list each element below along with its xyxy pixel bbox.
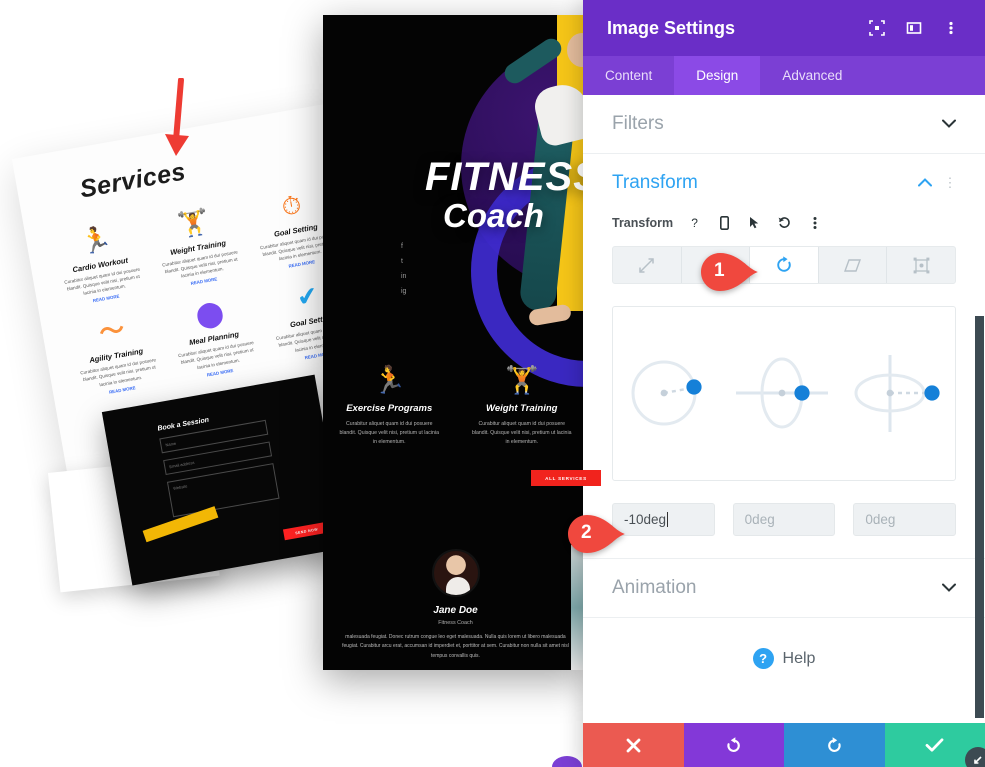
services-heading: Services bbox=[77, 157, 188, 204]
transform-type-tabs bbox=[612, 246, 956, 284]
image-settings-panel: Image Settings Content Design Advanced F… bbox=[583, 0, 985, 767]
booking-card: Book a Session Name Email address Websit… bbox=[101, 374, 346, 586]
panel-body: Filters Transform ⋮ Transform ? -10deg 0… bbox=[583, 95, 985, 723]
undo-button[interactable] bbox=[683, 723, 784, 767]
section-title: Animation bbox=[612, 577, 697, 598]
step-marker-1: 1 bbox=[700, 252, 764, 292]
section-animation: Animation bbox=[583, 559, 985, 618]
help-link[interactable]: ? Help bbox=[583, 618, 985, 703]
redo-button[interactable] bbox=[784, 723, 885, 767]
decorative-purple-blob bbox=[552, 756, 582, 767]
section-title: Transform bbox=[612, 172, 698, 193]
rotate-z-dial[interactable] bbox=[620, 346, 720, 441]
chevron-down-icon[interactable] bbox=[941, 581, 957, 595]
hover-cursor-icon[interactable] bbox=[744, 212, 765, 233]
tab-design[interactable]: Design bbox=[674, 56, 761, 95]
layout-split-icon[interactable] bbox=[904, 18, 924, 38]
section-filters-header[interactable]: Filters bbox=[583, 95, 985, 153]
resize-handle-icon[interactable] bbox=[965, 747, 985, 767]
service-card[interactable]: 🏃 Cardio Workout Curabitur aliquet quam … bbox=[46, 212, 153, 313]
panel-header: Image Settings bbox=[583, 0, 985, 56]
rotate-x-dial[interactable] bbox=[848, 346, 948, 441]
panel-footer bbox=[583, 723, 985, 767]
testimonial-block: Jane Doe Fitness Coach malesuada feugiat… bbox=[323, 549, 588, 661]
booking-section: Book a Session Name Email address Websit… bbox=[47, 374, 346, 593]
section-title: Filters bbox=[612, 113, 664, 134]
rotate-x-input[interactable]: 0deg bbox=[853, 503, 957, 536]
reset-icon[interactable] bbox=[774, 212, 795, 233]
panel-title: Image Settings bbox=[607, 17, 736, 38]
panel-header-actions bbox=[867, 18, 961, 38]
section-filters: Filters bbox=[583, 95, 985, 154]
program-name: Exercise Programs bbox=[346, 403, 433, 414]
section-more-icon[interactable]: ⋮ bbox=[943, 175, 957, 191]
fullscreen-icon[interactable] bbox=[867, 18, 887, 38]
rotation-dials bbox=[612, 306, 956, 481]
step-number: 2 bbox=[581, 522, 592, 543]
testimonial-role: Fitness Coach bbox=[438, 620, 473, 626]
step-number: 1 bbox=[714, 260, 725, 281]
help-icon[interactable]: ? bbox=[684, 212, 705, 233]
rotate-y-input[interactable]: 0deg bbox=[732, 503, 836, 536]
step-marker-2: 2 bbox=[567, 514, 631, 554]
red-annotation-arrow bbox=[160, 77, 200, 164]
field-placeholder: Email address bbox=[168, 459, 195, 470]
transform-type-scale[interactable] bbox=[613, 247, 682, 283]
help-icon: ? bbox=[752, 648, 774, 669]
section-transform: Transform ⋮ Transform ? -10deg 0deg 0deg bbox=[583, 154, 985, 559]
service-card[interactable]: ⬤ Meal Planning Curabitur aliquet quam i… bbox=[160, 286, 267, 387]
programs-row: 🏃 Exercise Programs Curabitur aliquet qu… bbox=[323, 367, 588, 447]
service-card[interactable]: 🏋 Weight Training Curabitur aliquet quam… bbox=[144, 195, 251, 296]
field-placeholder: Name bbox=[165, 440, 177, 448]
services-grid: 🏃 Cardio Workout Curabitur aliquet quam … bbox=[46, 178, 365, 405]
field-placeholder: Website bbox=[172, 483, 188, 491]
panel-tabs: Content Design Advanced bbox=[583, 56, 985, 95]
program-name: Weight Training bbox=[486, 403, 558, 414]
all-services-button[interactable]: ALL SERVICES bbox=[531, 470, 601, 486]
panel-scrollbar[interactable] bbox=[975, 316, 984, 718]
transform-type-skew[interactable] bbox=[819, 247, 888, 283]
linkedin-icon[interactable]: in bbox=[401, 273, 406, 280]
social-links[interactable]: f t in ig bbox=[401, 243, 406, 295]
avatar bbox=[431, 549, 480, 597]
transform-label: Transform bbox=[612, 215, 674, 230]
testimonial-quote: malesuada feugiat. Donec rutrum congue l… bbox=[342, 634, 569, 659]
twitter-icon[interactable]: t bbox=[401, 258, 406, 265]
section-transform-header[interactable]: Transform ⋮ bbox=[583, 154, 985, 212]
tab-advanced[interactable]: Advanced bbox=[760, 56, 864, 95]
responsive-mobile-icon[interactable] bbox=[714, 212, 735, 233]
program-card[interactable]: 🏃 Exercise Programs Curabitur aliquet qu… bbox=[323, 367, 456, 447]
fitness-landing-page: FITNESS Coach f t in ig 🏃 Exercise Progr… bbox=[323, 15, 588, 670]
program-desc: Curabitur aliquet quam id dui posuere bl… bbox=[339, 421, 439, 445]
tab-content[interactable]: Content bbox=[583, 56, 674, 95]
section-animation-header[interactable]: Animation bbox=[583, 559, 985, 617]
rotate-y-placeholder: 0deg bbox=[744, 512, 775, 527]
service-card[interactable]: 〜 Agility Training Curabitur aliquet qua… bbox=[62, 303, 169, 404]
hero-title-line1: FITNESS bbox=[425, 155, 588, 199]
cancel-button[interactable] bbox=[583, 723, 684, 767]
transform-control-row: Transform ? bbox=[612, 212, 956, 233]
rotate-y-dial[interactable] bbox=[734, 346, 834, 441]
testimonial-name: Jane Doe bbox=[433, 605, 478, 616]
instagram-icon[interactable]: ig bbox=[401, 288, 406, 295]
rotate-x-placeholder: 0deg bbox=[865, 512, 896, 527]
hero-title-line2: Coach bbox=[443, 197, 544, 234]
transform-controls: Transform ? -10deg 0deg 0deg bbox=[583, 212, 985, 558]
weight-training-icon: 🏋 bbox=[504, 365, 539, 395]
transform-type-origin[interactable] bbox=[887, 247, 955, 283]
exercise-programs-icon: 🏃 bbox=[372, 365, 407, 395]
help-label: Help bbox=[782, 649, 816, 667]
program-card[interactable]: 🏋 Weight Training Curabitur aliquet quam… bbox=[456, 367, 589, 447]
chevron-down-icon[interactable] bbox=[941, 117, 957, 131]
more-icon[interactable] bbox=[804, 212, 825, 233]
rotation-value-fields: -10deg 0deg 0deg bbox=[612, 503, 957, 536]
program-desc: Curabitur aliquet quam id dui posuere bl… bbox=[472, 421, 572, 445]
text-cursor bbox=[667, 512, 669, 527]
facebook-icon[interactable]: f bbox=[401, 243, 406, 250]
more-options-icon[interactable] bbox=[941, 18, 961, 38]
chevron-up-icon[interactable] bbox=[917, 176, 933, 190]
